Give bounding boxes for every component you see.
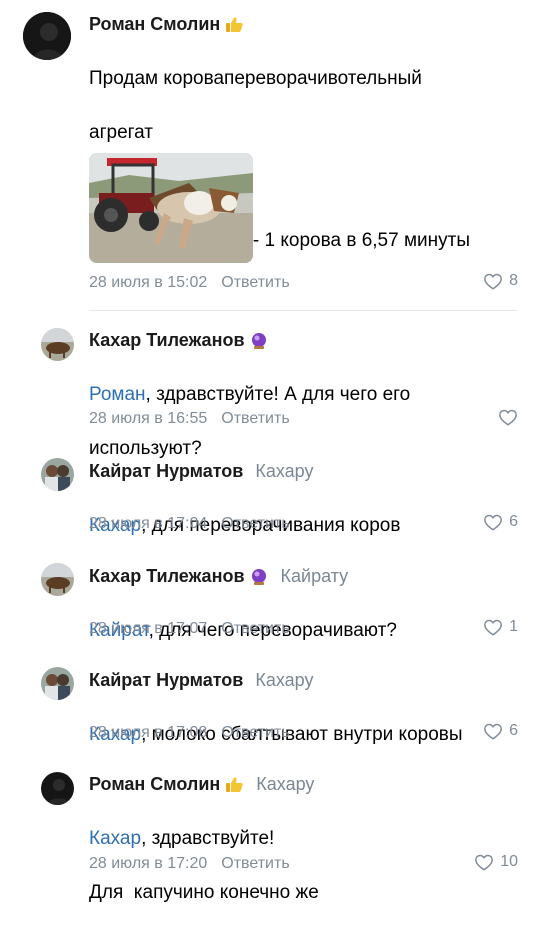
like-button[interactable]: 6 xyxy=(483,722,518,740)
author-name[interactable]: Кайрат Нурматов Кахару xyxy=(89,461,314,482)
comment-meta: 28 июля в 17:07 Ответить xyxy=(89,620,290,638)
like-count: 6 xyxy=(509,513,518,530)
avatar[interactable] xyxy=(41,772,74,805)
reply-button[interactable]: Ответить xyxy=(221,274,289,291)
reply-button[interactable]: Ответить xyxy=(221,855,289,872)
purple-orb-emoji-icon xyxy=(249,331,269,351)
reply-to-link[interactable]: Кахару xyxy=(255,670,313,690)
comment-date[interactable]: 28 июля в 17:08 xyxy=(89,724,207,741)
reply-button[interactable]: Ответить xyxy=(221,515,289,532)
avatar[interactable] xyxy=(23,12,71,60)
reply-to-link[interactable]: Кайрату xyxy=(281,566,349,586)
like-count: 8 xyxy=(509,272,518,289)
like-button[interactable]: 10 xyxy=(474,853,518,871)
reply-button[interactable]: Ответить xyxy=(221,724,289,741)
divider xyxy=(89,310,518,311)
like-button[interactable]: 8 xyxy=(483,272,518,290)
author-name[interactable]: Роман Смолин Кахару xyxy=(89,774,314,795)
author-name[interactable]: Роман Смолин xyxy=(89,14,244,35)
avatar[interactable] xyxy=(41,667,74,700)
heart-outline-icon xyxy=(483,618,503,636)
like-count: 10 xyxy=(500,853,518,870)
reply-button[interactable]: Ответить xyxy=(221,620,289,637)
thumbs-up-emoji-icon xyxy=(224,775,244,795)
like-button[interactable] xyxy=(498,408,518,426)
author-name[interactable]: Кахар Тилежанов Кайрату xyxy=(89,566,348,587)
thumbs-up-emoji-icon xyxy=(224,15,244,35)
avatar[interactable] xyxy=(41,328,74,361)
heart-outline-icon xyxy=(498,408,518,426)
like-button[interactable]: 6 xyxy=(483,513,518,531)
like-count: 1 xyxy=(509,618,518,635)
like-count: 6 xyxy=(509,722,518,739)
author-name[interactable]: Кайрат Нурматов Кахару xyxy=(89,670,314,691)
purple-orb-emoji-icon xyxy=(249,567,269,587)
comment-meta: 28 июля в 16:55 Ответить xyxy=(89,410,290,428)
avatar[interactable] xyxy=(41,458,74,491)
avatar[interactable] xyxy=(41,563,74,596)
heart-outline-icon xyxy=(474,853,494,871)
heart-outline-icon xyxy=(483,722,503,740)
reply-button[interactable]: Ответить xyxy=(221,410,289,427)
attached-photo[interactable] xyxy=(89,153,253,263)
comment-date[interactable]: 28 июля в 17:04 xyxy=(89,515,207,532)
comment-date[interactable]: 28 июля в 17:20 xyxy=(89,855,207,872)
mention-link[interactable]: Роман xyxy=(89,384,146,405)
comment-meta: 28 июля в 17:08 Ответить xyxy=(89,724,290,742)
mention-link[interactable]: Кахар xyxy=(89,828,141,849)
comment-date[interactable]: 28 июля в 17:07 xyxy=(89,620,207,637)
comment-date[interactable]: 28 июля в 16:55 xyxy=(89,410,207,427)
comment-date[interactable]: 28 июля в 15:02 xyxy=(89,274,207,291)
comment-meta: 28 июля в 15:02 Ответить xyxy=(89,274,290,292)
comment-meta: 28 июля в 17:20 Ответить xyxy=(89,855,290,873)
comment-meta: 28 июля в 17:04 Ответить xyxy=(89,515,290,533)
like-button[interactable]: 1 xyxy=(483,618,518,636)
heart-outline-icon xyxy=(483,513,503,531)
author-name[interactable]: Кахар Тилежанов xyxy=(89,330,269,351)
reply-to-link[interactable]: Кахару xyxy=(256,774,314,794)
heart-outline-icon xyxy=(483,272,503,290)
reply-to-link[interactable]: Кахару xyxy=(255,461,313,481)
